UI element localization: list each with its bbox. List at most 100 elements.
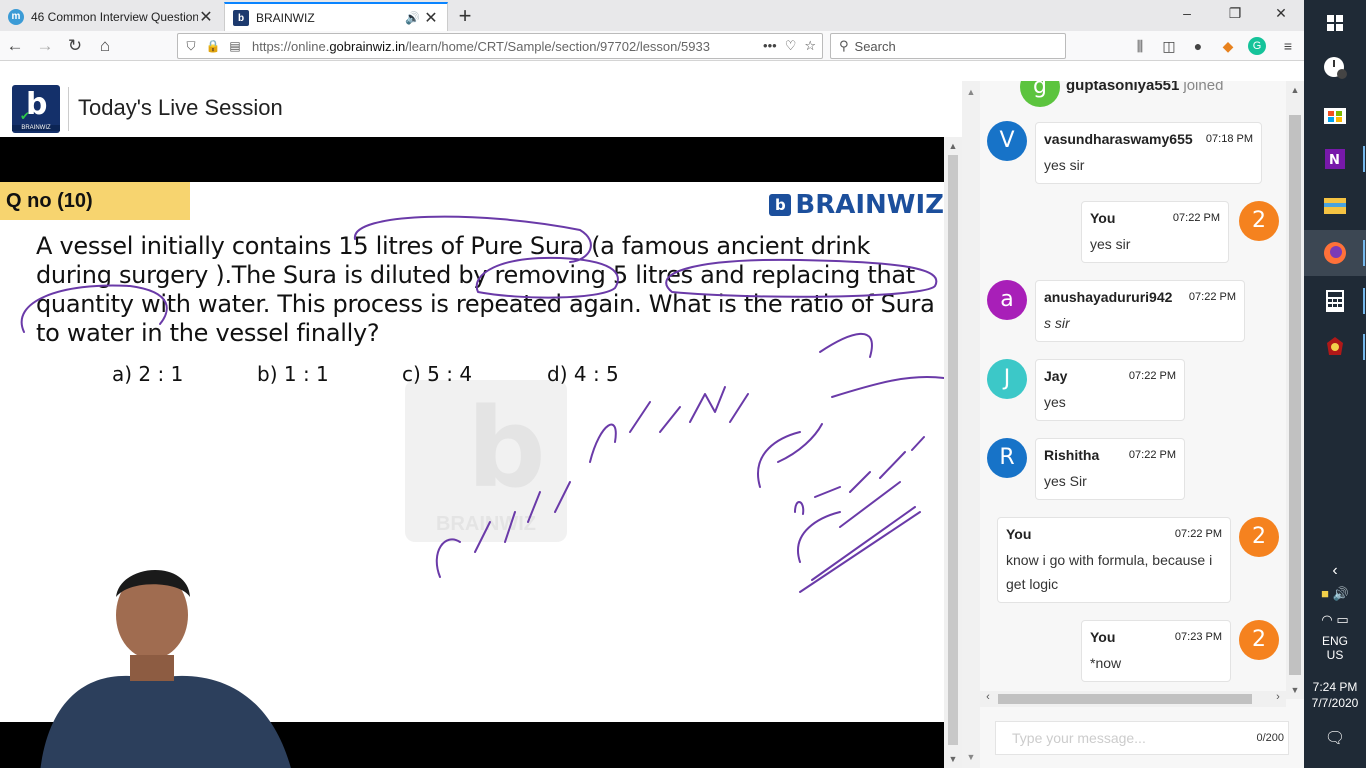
clock-date: 7/7/2020 xyxy=(1311,696,1359,710)
live-video-player[interactable]: Q no (10) b BRAINWIZ b BRAINWIZ A vessel… xyxy=(0,137,944,768)
language-indicator[interactable]: ENG US xyxy=(1304,634,1366,662)
calculator-icon[interactable] xyxy=(1304,278,1366,324)
avatar: R xyxy=(987,438,1027,478)
tab-brainwiz[interactable]: b BRAINWIZ 🔊 ✕ xyxy=(224,2,448,32)
menu-icon[interactable]: ≡ xyxy=(1278,36,1298,56)
url-text[interactable]: https://online.gobrainwiz.in/learn/home/… xyxy=(252,39,744,54)
sticky-notes-icon[interactable]: ■ xyxy=(1321,586,1329,601)
close-window-button[interactable]: ✕ xyxy=(1258,5,1304,22)
chat-message: anushayadururi942 07:22 PM s sir xyxy=(1035,280,1245,342)
message-time: 07:22 PM xyxy=(1128,370,1176,382)
forward-arrow-icon[interactable]: → xyxy=(34,35,56,57)
page-scrollbar[interactable]: ▲ ▼ xyxy=(962,81,980,768)
clock[interactable]: 7:24 PM 7/7/2020 xyxy=(1304,680,1366,710)
more-actions-icon[interactable]: ••• xyxy=(763,38,777,54)
message-time: 07:22 PM xyxy=(1174,528,1222,540)
avatar: 2 xyxy=(1239,201,1279,241)
url-bar[interactable]: ⛉ 🔒 ▤ https://online.gobrainwiz.in/learn… xyxy=(177,33,823,59)
message-text: know i go with formula, because i get lo… xyxy=(1006,552,1213,592)
account-icon[interactable]: ● xyxy=(1188,36,1208,56)
search-box[interactable]: ⚲ Search xyxy=(830,33,1066,59)
header-divider xyxy=(68,87,69,131)
video-scrollbar[interactable]: ▲ ▼ xyxy=(944,137,962,768)
library-icon[interactable]: ⫼ xyxy=(1130,36,1150,56)
battery-icon[interactable]: ▭ xyxy=(1336,612,1348,627)
scroll-down-icon[interactable]: ▼ xyxy=(962,752,980,762)
new-tab-button[interactable]: + xyxy=(452,3,478,29)
avatar: 2 xyxy=(1239,620,1279,660)
timer-icon[interactable] xyxy=(1304,44,1366,90)
sidebar-icon[interactable]: ◫ xyxy=(1159,36,1179,56)
browser-nav-bar: ← → ↻ ⌂ ⛉ 🔒 ▤ https://online.gobrainwiz.… xyxy=(0,31,1304,61)
chat-horizontal-scrollbar[interactable]: ‹ › xyxy=(980,691,1286,707)
browser-tab-bar: m 46 Common Interview Question ✕ b BRAIN… xyxy=(0,0,1304,32)
scrollbar-thumb[interactable] xyxy=(1289,115,1301,675)
scrollbar-thumb[interactable] xyxy=(998,694,1252,704)
message-input[interactable] xyxy=(996,730,1257,746)
grammarly-icon[interactable]: G xyxy=(1248,37,1266,55)
scrollbar-thumb[interactable] xyxy=(948,155,958,745)
search-icon: ⚲ xyxy=(839,38,849,53)
home-icon[interactable]: ⌂ xyxy=(94,35,116,57)
scroll-right-icon[interactable]: › xyxy=(1270,691,1286,703)
message-text: s sir xyxy=(1044,315,1070,331)
back-arrow-icon[interactable]: ← xyxy=(4,35,26,57)
chat-message: Rishitha 07:22 PM yes Sir xyxy=(1035,438,1185,500)
scroll-down-icon[interactable]: ▼ xyxy=(944,754,962,764)
message-text: yes Sir xyxy=(1044,473,1087,489)
pocket-icon[interactable]: ♡ xyxy=(785,38,797,54)
firefox-icon[interactable] xyxy=(1304,230,1366,276)
tab-title: BRAINWIZ xyxy=(256,11,315,25)
scroll-down-icon[interactable]: ▼ xyxy=(1286,685,1304,695)
onenote-icon[interactable]: N xyxy=(1304,136,1366,182)
close-tab-icon[interactable]: ✕ xyxy=(198,7,214,27)
scroll-left-icon[interactable]: ‹ xyxy=(980,691,996,703)
shield-icon[interactable]: ⛉ xyxy=(182,39,200,54)
speaker-icon[interactable]: 🔊 xyxy=(405,11,423,25)
store-icon[interactable] xyxy=(1304,90,1366,136)
message-time: 07:22 PM xyxy=(1188,291,1236,303)
reload-icon[interactable]: ↻ xyxy=(64,35,86,57)
message-text: yes sir xyxy=(1090,236,1131,252)
page-info-icon[interactable]: ▤ xyxy=(226,39,244,53)
message-time: 07:18 PM xyxy=(1205,133,1253,145)
char-counter: 0/200 xyxy=(1256,732,1284,744)
page-header: b ✔ BRAINWIZ Today's Live Session xyxy=(0,81,962,137)
wifi-icon[interactable]: ◠ xyxy=(1321,612,1332,627)
scroll-up-icon[interactable]: ▲ xyxy=(962,87,980,97)
minimize-button[interactable]: – xyxy=(1164,5,1210,21)
svg-text:N: N xyxy=(1329,153,1340,168)
file-explorer-icon[interactable] xyxy=(1304,182,1366,228)
notifications-icon[interactable]: 🗨 xyxy=(1304,728,1366,748)
close-tab-icon[interactable]: ✕ xyxy=(423,8,439,28)
network-battery-icons[interactable]: ◠ ▭ xyxy=(1304,612,1366,628)
avatar: g xyxy=(1020,81,1060,107)
volume-icon[interactable]: 🔊 xyxy=(1333,586,1349,601)
chat-message: You 07:22 PM yes sir xyxy=(1081,201,1229,263)
tab-favicon-icon: b xyxy=(233,10,249,26)
app-icon[interactable] xyxy=(1304,324,1366,370)
chat-message: You 07:23 PM *now xyxy=(1081,620,1231,682)
chat-scrollbar[interactable]: ▲ ▼ xyxy=(1286,81,1304,699)
search-placeholder: Search xyxy=(854,38,896,54)
restore-button[interactable]: ❐ xyxy=(1212,5,1258,22)
scroll-up-icon[interactable]: ▲ xyxy=(1286,85,1304,95)
chat-message: Jay 07:22 PM yes xyxy=(1035,359,1185,421)
scroll-up-icon[interactable]: ▲ xyxy=(944,141,962,151)
lock-icon[interactable]: 🔒 xyxy=(204,39,222,53)
message-time: 07:22 PM xyxy=(1128,449,1176,461)
tab-favicon-icon: m xyxy=(8,8,24,25)
keyboard-layout: US xyxy=(1326,648,1344,662)
tab-interview-questions[interactable]: m 46 Common Interview Question ✕ xyxy=(0,2,222,31)
message-time: 07:22 PM xyxy=(1172,212,1220,224)
bookmark-star-icon[interactable]: ☆ xyxy=(804,38,816,54)
notes-speaker-icons[interactable]: ■ 🔊 xyxy=(1304,586,1366,602)
metamask-fox-icon[interactable]: ◆ xyxy=(1218,36,1238,56)
presenter-video xyxy=(40,569,291,768)
page-title: Today's Live Session xyxy=(78,95,283,120)
tab-title: 46 Common Interview Question xyxy=(31,9,198,24)
message-text: yes xyxy=(1044,394,1066,410)
brainwiz-logo[interactable]: b ✔ BRAINWIZ xyxy=(12,85,60,133)
windows-logo-icon[interactable] xyxy=(1304,0,1366,46)
show-hidden-icons[interactable]: ‹ xyxy=(1304,562,1366,580)
